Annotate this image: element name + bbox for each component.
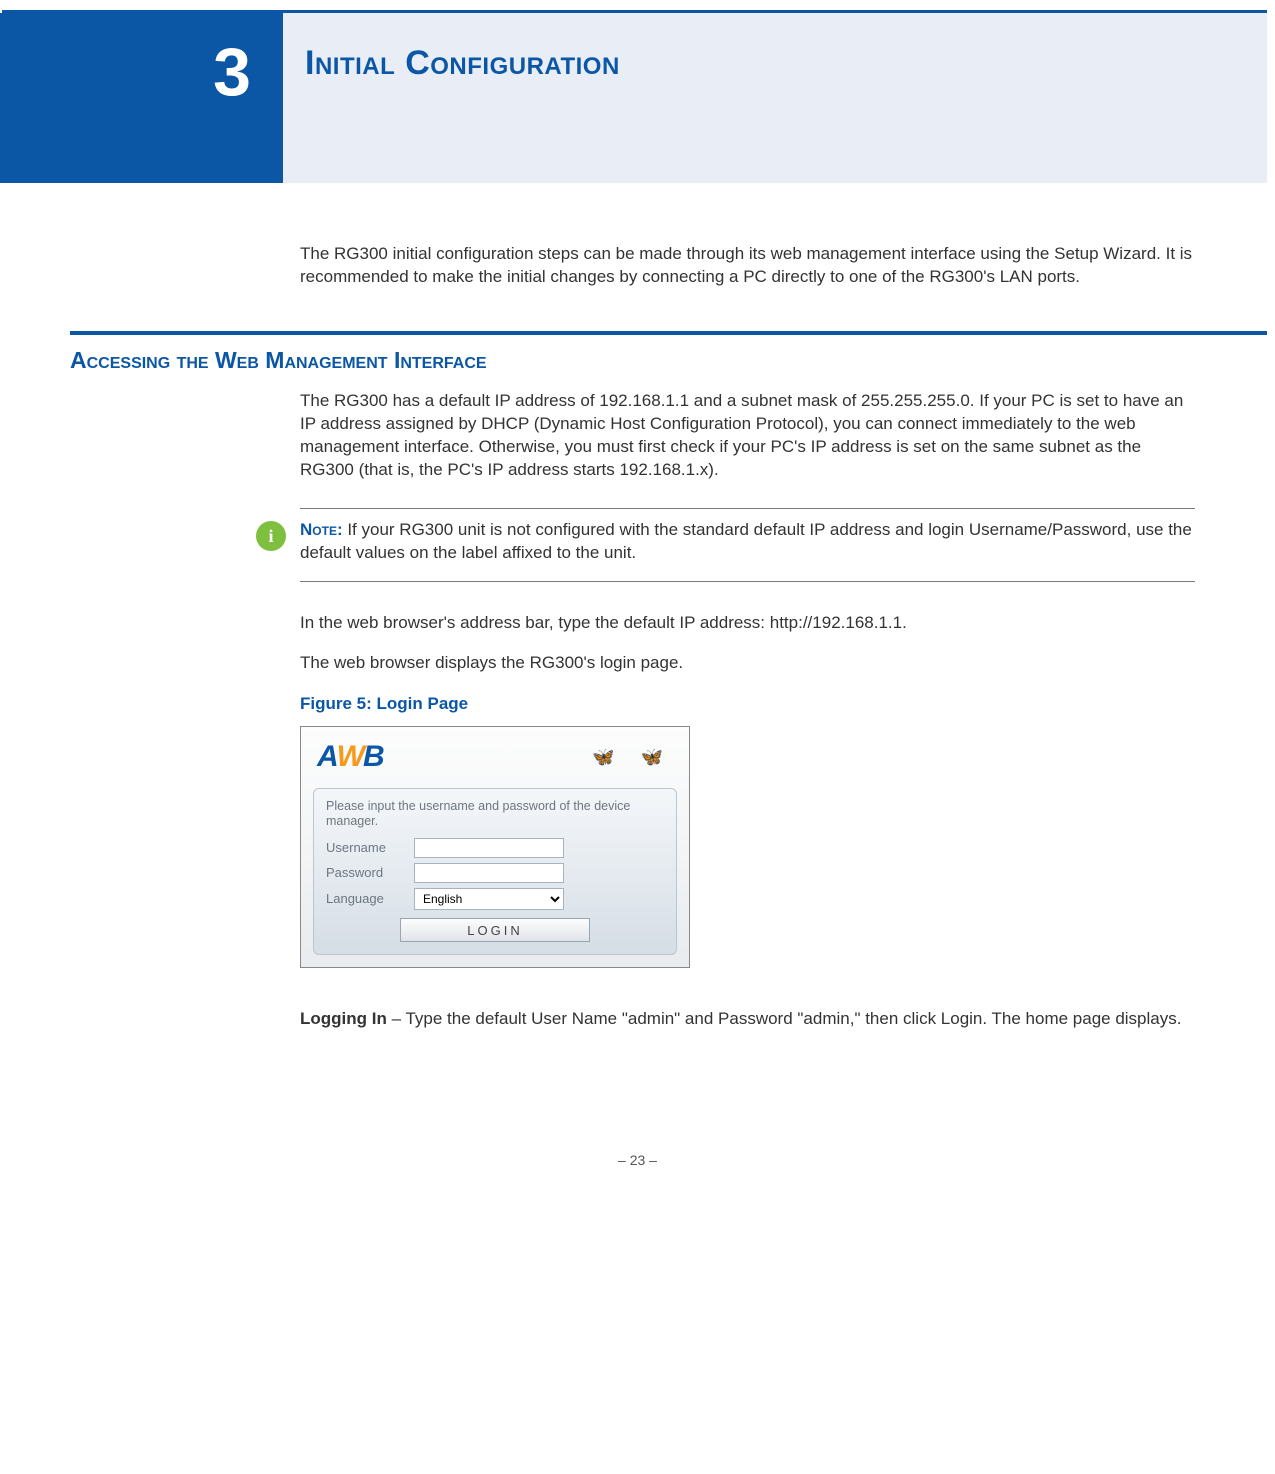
section-rule [70, 331, 1267, 335]
note-top-rule [300, 508, 1195, 509]
logo-letter-a: A [317, 737, 337, 778]
intro-block: The RG300 initial configuration steps ca… [300, 183, 1195, 289]
note-text-block: Note: If your RG300 unit is not configur… [300, 519, 1195, 565]
login-page-figure: AWB 🦋 🦋 Please input the username and pa… [300, 726, 690, 968]
chapter-number: 3 [213, 27, 251, 119]
logging-in-paragraph: Logging In – Type the default User Name … [300, 1008, 1195, 1031]
chapter-header: 3 Initial Configuration [0, 13, 1275, 183]
login-button[interactable]: LOGIN [400, 918, 590, 942]
chapter-number-box: 3 [0, 13, 283, 183]
username-label: Username [326, 839, 404, 857]
figure-caption: Figure 5: Login Page [300, 693, 1275, 716]
address-paragraph: In the web browser's address bar, type t… [300, 612, 1195, 635]
language-select[interactable]: English [414, 888, 564, 910]
chapter-title-box: Initial Configuration [283, 13, 1267, 183]
section1-body: The RG300 has a default IP address of 19… [300, 390, 1195, 482]
post-note-block: In the web browser's address bar, type t… [300, 592, 1195, 676]
moth-icon: 🦋 [641, 745, 663, 769]
login-button-row: LOGIN [326, 918, 664, 942]
language-label: Language [326, 890, 404, 908]
intro-paragraph: The RG300 initial configuration steps ca… [300, 243, 1195, 289]
logo-letter-w: W [337, 737, 363, 778]
figure-decoration: 🦋 🦋 [592, 745, 673, 769]
logging-in-text: – Type the default User Name "admin" and… [387, 1009, 1182, 1028]
note-bottom-rule [300, 581, 1195, 582]
username-field[interactable] [414, 838, 564, 858]
language-row: Language English [326, 888, 664, 910]
butterfly-icon: 🦋 [592, 745, 614, 769]
login-form-box: Please input the username and password o… [313, 788, 677, 955]
password-row: Password [326, 863, 664, 883]
figure-logo-row: AWB 🦋 🦋 [313, 737, 677, 778]
password-label: Password [326, 864, 404, 882]
login-display-paragraph: The web browser displays the RG300's log… [300, 652, 1195, 675]
note-row: i Note: If your RG300 unit is not config… [256, 519, 1195, 565]
logo-letter-b: B [363, 737, 383, 778]
chapter-title: Initial Configuration [305, 41, 620, 87]
awb-logo: AWB [317, 737, 383, 778]
note-body: If your RG300 unit is not configured wit… [300, 520, 1192, 562]
info-icon: i [256, 521, 286, 551]
page-number: – 23 – [0, 1151, 1275, 1190]
password-field[interactable] [414, 863, 564, 883]
section-heading: Accessing the Web Management Interface [70, 345, 1275, 376]
logging-in-label: Logging In [300, 1009, 387, 1028]
username-row: Username [326, 838, 664, 858]
note-label: Note: [300, 520, 343, 539]
section1-p1: The RG300 has a default IP address of 19… [300, 390, 1195, 482]
login-instruction: Please input the username and password o… [326, 799, 664, 830]
logging-in-block: Logging In – Type the default User Name … [300, 1008, 1195, 1031]
